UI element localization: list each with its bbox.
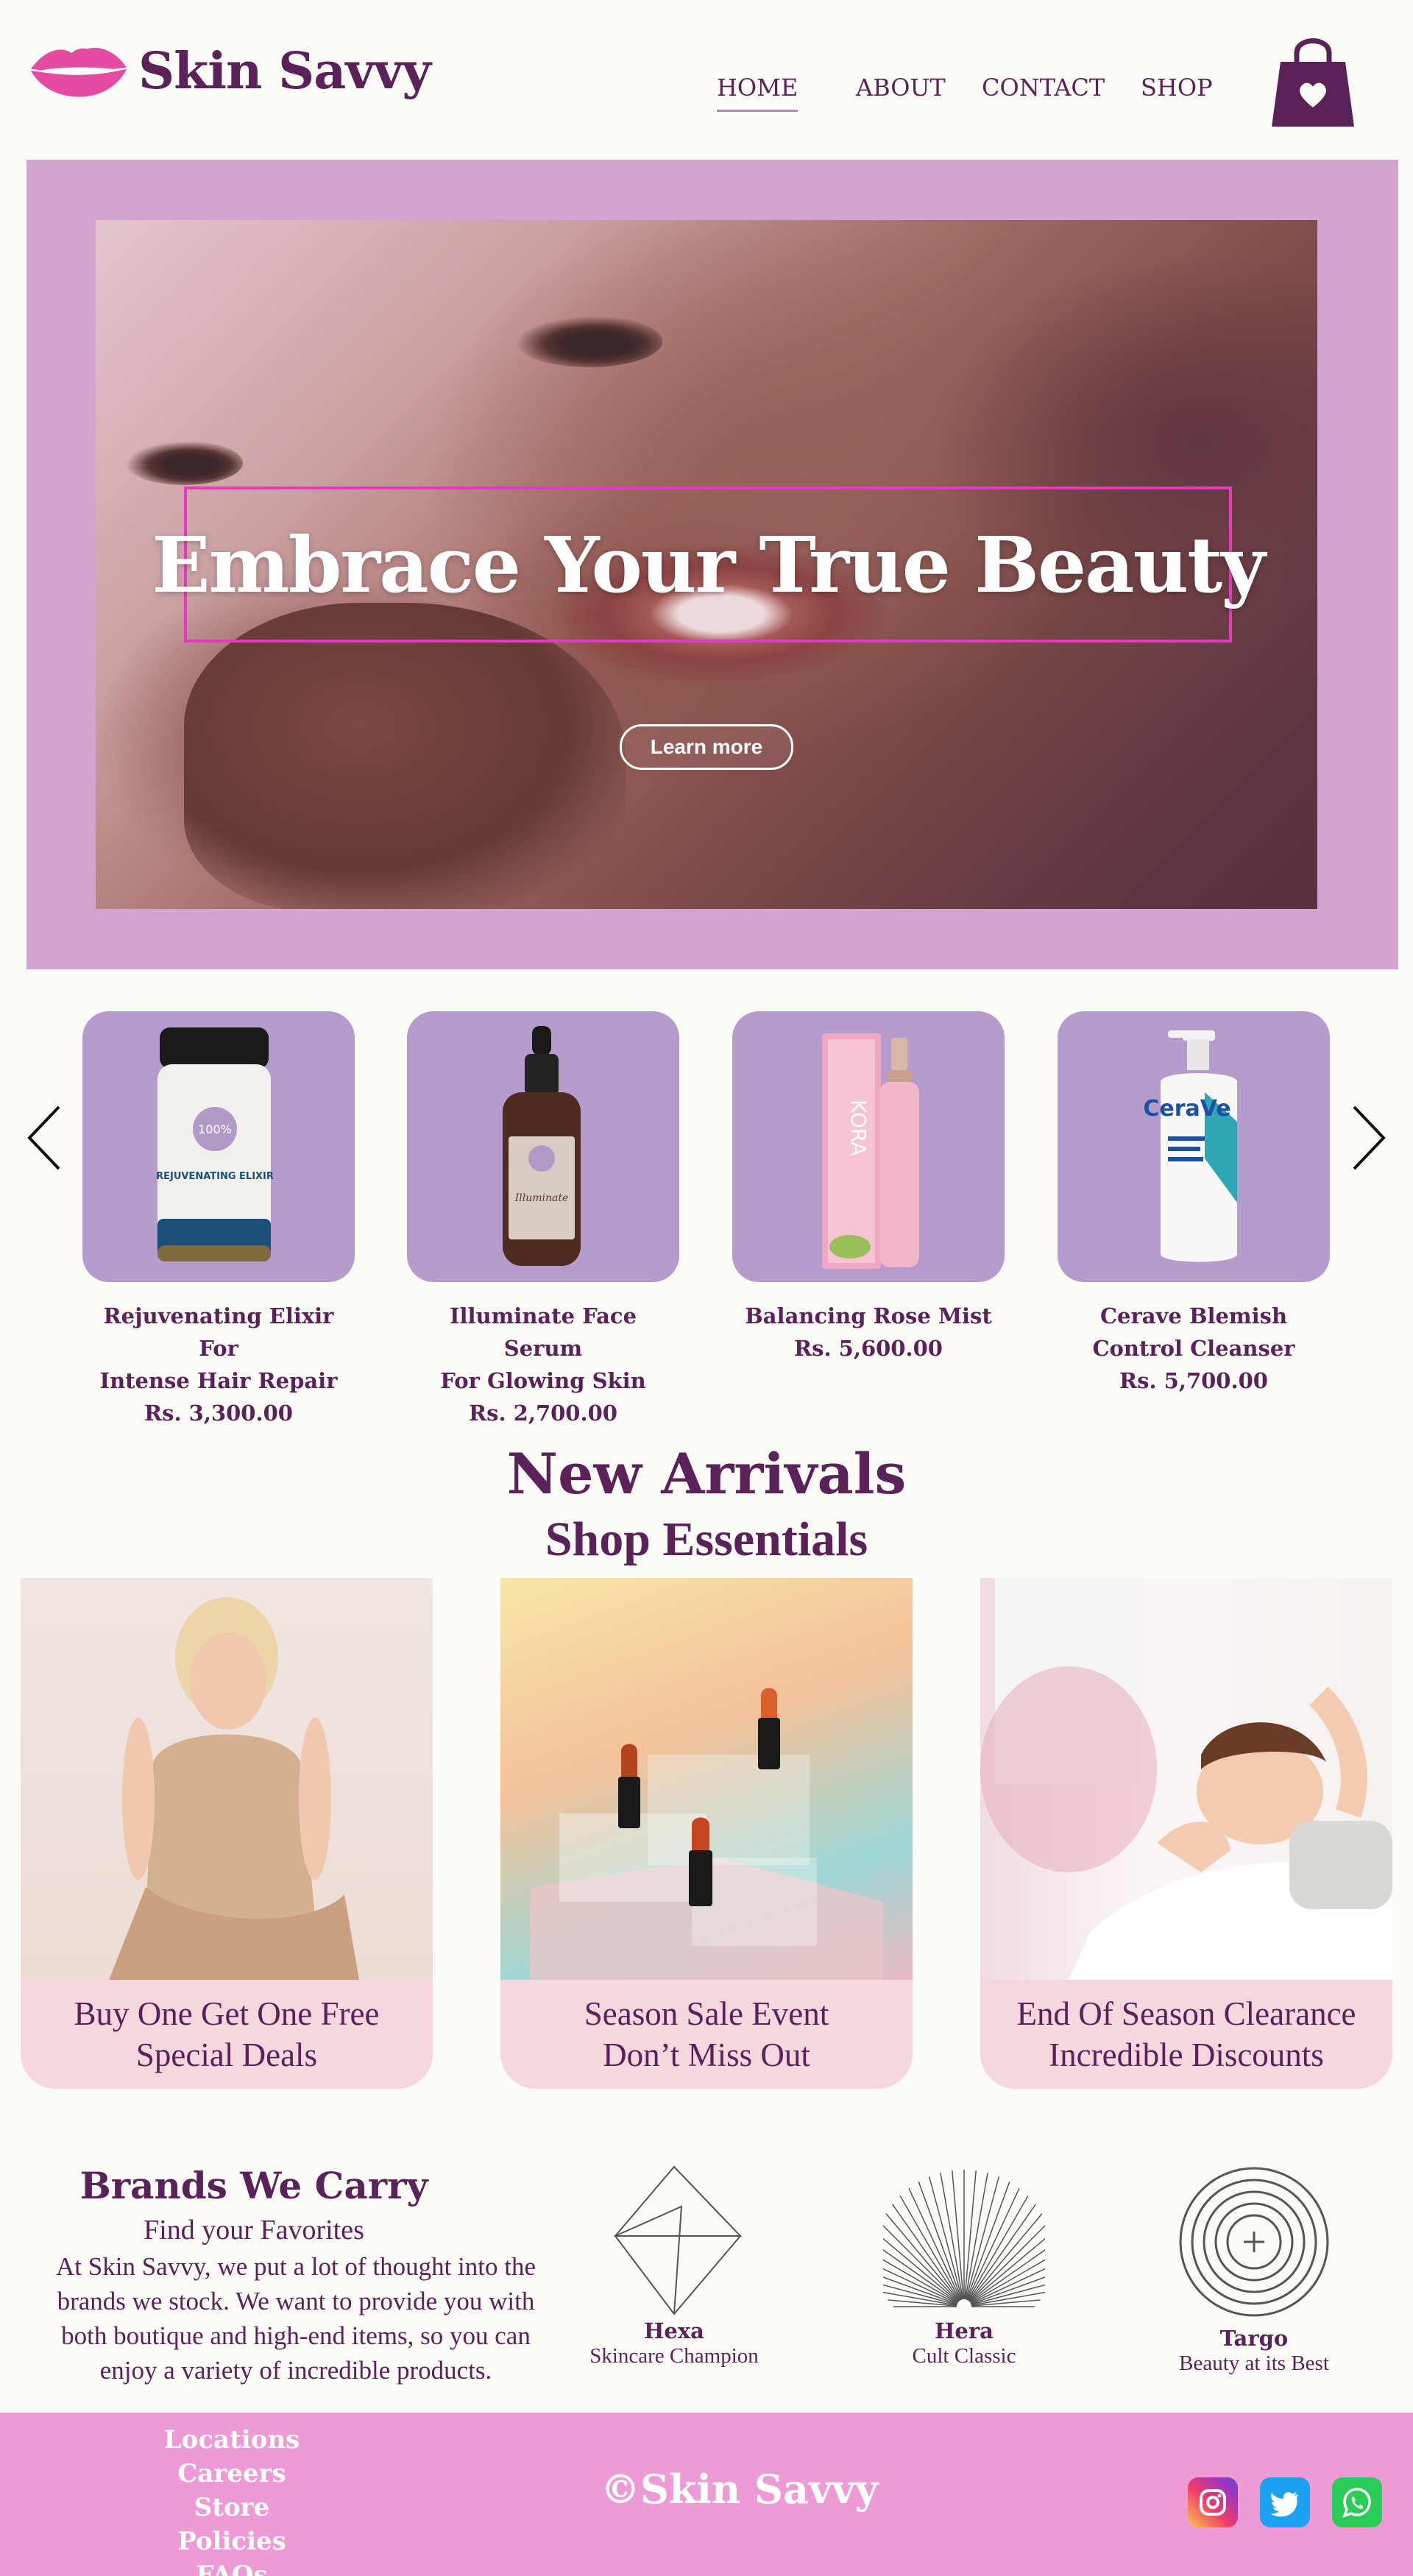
footer-link-faqs[interactable]: FAQs [140, 2558, 324, 2576]
site-header: Skin Savvy HOME ABOUT CONTACT SHOP [0, 0, 1413, 158]
hexa-logo-icon [613, 2165, 743, 2315]
product-name[interactable]: Cerave Blemish Control Cleanser [1058, 1300, 1330, 1365]
product-name[interactable]: Balancing Rose Mist [732, 1300, 1005, 1332]
footer-link-store-policies[interactable]: Store Policies [140, 2491, 324, 2558]
product-price: Rs. 2,700.00 [469, 1401, 617, 1426]
product-item: Illuminate Illuminate Face Serum For Glo… [407, 1011, 679, 1429]
instagram-icon[interactable] [1188, 2477, 1238, 2527]
brand-hexa[interactable]: Hexa Skincare Champion [564, 2162, 785, 2368]
nav-home[interactable]: HOME [717, 74, 798, 112]
copyright: ©Skin Savvy [601, 2466, 879, 2513]
learn-more-button[interactable]: Learn more [620, 724, 793, 770]
promo-card-bogo[interactable]: Buy One Get One Free Special Deals [21, 1578, 433, 2089]
product-label-text: Illuminate [514, 1192, 569, 1204]
product-label-text: CeraVe [1143, 1096, 1230, 1122]
twitter-icon[interactable] [1260, 2477, 1310, 2527]
product-image-card[interactable]: Illuminate [407, 1011, 679, 1282]
brand-name: Hexa [644, 2318, 704, 2343]
brand-name: Hera [935, 2318, 994, 2343]
brand-name: Skin Savvy [138, 42, 431, 101]
rose-mist-bottle-icon: KORA [822, 1033, 919, 1269]
promo-card-season-sale[interactable]: Season Sale Event Don’t Miss Out [500, 1578, 913, 2089]
footer-link-locations[interactable]: Locations [140, 2423, 324, 2457]
product-image-card[interactable]: 100% REJUVENATING ELIXIR [82, 1011, 355, 1282]
product-price: Rs. 5,700.00 [1119, 1368, 1268, 1393]
site-footer: Locations Careers Store Policies FAQs ©S… [0, 2413, 1413, 2576]
carousel-prev-arrow-icon[interactable] [22, 1101, 66, 1175]
cleanser-pump-bottle-icon: CeraVe [1143, 1030, 1237, 1262]
product-label-text: REJUVENATING ELIXIR [156, 1171, 274, 1182]
whatsapp-icon[interactable] [1332, 2477, 1382, 2527]
footer-links: Locations Careers Store Policies FAQs [140, 2423, 324, 2576]
product-carousel: 100% REJUVENATING ELIXIR Rejuvenating El… [0, 1008, 1413, 1426]
product-item: KORA Balancing Rose Mist Rs. 5,600.00 [732, 1011, 1005, 1365]
svg-text:100%: 100% [198, 1122, 232, 1136]
brand-tagline: Beauty at its Best [1179, 2352, 1329, 2375]
new-arrivals-subtitle: Shop Essentials [545, 1512, 868, 1566]
nav-contact[interactable]: CONTACT [982, 74, 1105, 102]
promo-subtitle: Don’t Miss Out [603, 2037, 810, 2073]
brand-tagline: Cult Classic [912, 2344, 1016, 2368]
promo-title: Season Sale Event [584, 1995, 829, 2032]
promo-card-clearance[interactable]: End Of Season Clearance Incredible Disco… [980, 1578, 1392, 2089]
carousel-next-arrow-icon[interactable] [1347, 1101, 1391, 1175]
brand-tagline: Skincare Champion [589, 2344, 759, 2368]
hair-elixir-bottle-icon: 100% REJUVENATING ELIXIR [156, 1027, 274, 1262]
brand-hera[interactable]: Hera Cult Classic [854, 2162, 1074, 2368]
promo-subtitle: Incredible Discounts [1049, 2037, 1324, 2073]
brand-name: Targo [1219, 2326, 1289, 2351]
hero-title-frame: Embrace Your True Beauty [152, 486, 1266, 643]
brands-title: Brands We Carry [79, 2164, 428, 2207]
product-item: CeraVe Cerave Blemish Control Cleanser R… [1058, 1011, 1330, 1397]
nav-shop[interactable]: SHOP [1141, 74, 1213, 102]
new-arrivals-title: New Arrivals [506, 1441, 907, 1507]
promo-facial-image [980, 1578, 1392, 1980]
promo-lipstick-image [500, 1578, 913, 1980]
targo-logo-icon [1179, 2167, 1329, 2317]
product-label-text: KORA [846, 1100, 871, 1156]
lips-logo-icon [30, 47, 127, 97]
hero-banner: Embrace Your True Beauty Learn more [26, 160, 1398, 969]
brands-subtitle: Find your Favorites [144, 2215, 364, 2246]
hera-logo-icon [883, 2170, 1045, 2307]
product-item: 100% REJUVENATING ELIXIR Rejuvenating El… [82, 1011, 355, 1429]
product-image-card[interactable]: CeraVe [1058, 1011, 1330, 1282]
product-name[interactable]: Illuminate Face Serum For Glowing Skin [407, 1300, 679, 1397]
serum-dropper-bottle-icon: Illuminate [503, 1026, 581, 1266]
product-name[interactable]: Rejuvenating Elixir For Intense Hair Rep… [82, 1300, 355, 1397]
promo-subtitle: Special Deals [135, 2037, 318, 2073]
promo-title: Buy One Get One Free [74, 1995, 380, 2032]
site-logo[interactable]: Skin Savvy [28, 38, 431, 105]
product-price: Rs. 3,300.00 [144, 1401, 293, 1426]
product-image-card[interactable]: KORA [732, 1011, 1005, 1282]
nav-about[interactable]: ABOUT [856, 74, 946, 102]
brands-description: At Skin Savvy, we put a lot of thought i… [56, 2252, 536, 2385]
promo-model-image [21, 1578, 433, 1980]
brand-targo[interactable]: Targo Beauty at its Best [1144, 2162, 1364, 2376]
product-price: Rs. 5,600.00 [794, 1336, 943, 1361]
footer-link-careers[interactable]: Careers [140, 2457, 324, 2491]
promo-title: End Of Season Clearance [1016, 1995, 1356, 2032]
hero-title: Embrace Your True Beauty [152, 519, 1265, 610]
shopping-bag-icon[interactable] [1270, 31, 1356, 130]
